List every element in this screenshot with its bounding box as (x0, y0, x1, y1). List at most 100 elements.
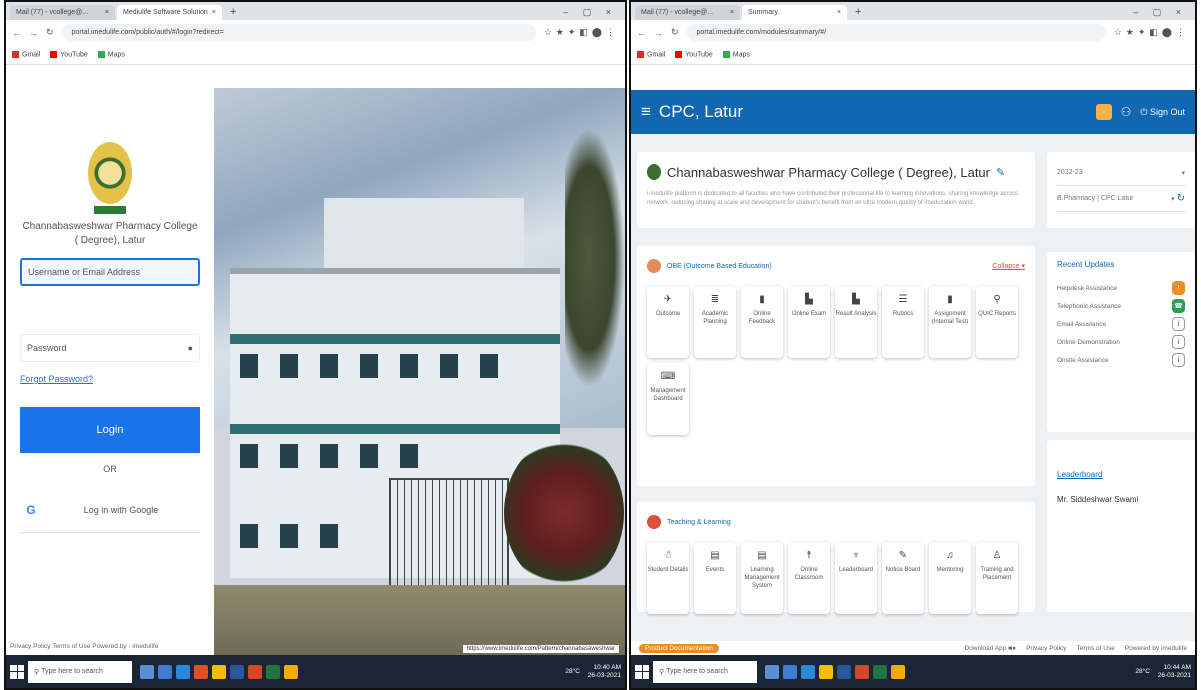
bookmark-maps[interactable]: Maps (97, 50, 125, 58)
word-icon[interactable] (230, 664, 244, 679)
google-login-button[interactable]: G Log in with Google (20, 487, 200, 533)
edge-icon[interactable] (801, 664, 815, 679)
excel-icon[interactable] (873, 664, 887, 679)
update-helpdesk[interactable]: Helpdesk Assistance! (1057, 279, 1185, 297)
college-title: Channabasweshwar Pharmacy College ( Degr… (667, 164, 990, 180)
taskbar-search[interactable]: ⚲ Type here to search (653, 660, 757, 683)
tab-mediulife[interactable]: Mediulife Software Solution × (117, 5, 222, 20)
system-tray[interactable]: 28°C 10:44 AM 26-03-2021 (1135, 664, 1191, 680)
url-field[interactable]: portal.imedulife.com/public/auth/#/login… (61, 24, 536, 41)
program-select[interactable]: B.Pharmacy | CPC Latur ▾ ↻ (1057, 186, 1185, 212)
taskbar-search[interactable]: ⚲ Type here to search (28, 660, 132, 683)
reload-icon[interactable]: ↻ (671, 27, 679, 38)
tile-training-placement[interactable]: ♙ Training and Placement (976, 542, 1018, 614)
product-documentation-button[interactable]: Product Documentation (639, 643, 719, 653)
app-icon[interactable] (891, 664, 905, 679)
privacy-link[interactable]: Privacy Policy (1026, 645, 1066, 652)
app-icon[interactable] (194, 664, 208, 679)
leaderboard-title[interactable]: Leaderboard (1057, 470, 1185, 479)
refresh-icon[interactable]: ↻ (1177, 193, 1185, 204)
tile-quic-reports[interactable]: ⚲ QUIC Reports (976, 286, 1018, 358)
close-icon[interactable]: × (730, 5, 734, 20)
bookmark-gmail[interactable]: Gmail (12, 50, 40, 58)
signout-button[interactable]: ⏻ Sign Out (1140, 107, 1185, 118)
collapse-link[interactable]: Collapse ▾ (992, 262, 1025, 270)
close-icon[interactable]: × (212, 5, 216, 20)
task-view-icon[interactable] (140, 664, 154, 679)
tile-rubrics[interactable]: ☰ Rubrics (882, 286, 924, 358)
file-explorer-icon[interactable] (158, 664, 172, 679)
tab-mail[interactable]: Mail (77) - vcollege@... × (635, 5, 740, 20)
tab-summary[interactable]: Summary × (742, 5, 847, 20)
clock: 10:40 AM 26-03-2021 (587, 663, 621, 679)
update-telephonic[interactable]: Telephonic Assistance ☎ (1057, 297, 1185, 315)
powerpoint-icon[interactable] (248, 664, 262, 679)
bookmark-youtube[interactable]: YouTube (675, 50, 713, 58)
extension-icons[interactable]: ☆★✦◧⬤⋮ (544, 27, 619, 38)
reports-icon: ⚲ (993, 294, 1001, 305)
tile-events[interactable]: ▤ Events (694, 542, 736, 614)
reload-icon[interactable]: ↻ (46, 27, 54, 38)
new-tab-button[interactable]: + (224, 5, 242, 20)
tile-management-dashboard[interactable]: ⌨ Management Dashboard (647, 363, 689, 435)
edge-icon[interactable] (176, 664, 190, 679)
tile-leaderboard[interactable]: ♆ Leaderboard (835, 542, 877, 614)
new-tab-button[interactable]: + (849, 5, 867, 20)
powered-by: Powered by imedulife (1124, 644, 1187, 652)
back-icon[interactable]: ← (637, 28, 646, 38)
tile-online-feedback[interactable]: ▮ Online Feedback (741, 286, 783, 358)
terms-link[interactable]: Terms of Use (1077, 645, 1115, 652)
windows-start-icon[interactable] (635, 664, 649, 679)
close-icon[interactable]: × (105, 5, 109, 20)
window-controls[interactable]: – ▢ × (1133, 5, 1195, 20)
window-controls[interactable]: – ▢ × (563, 5, 625, 20)
bookmark-youtube[interactable]: YouTube (50, 50, 88, 58)
powerpoint-icon[interactable] (855, 664, 869, 679)
excel-icon[interactable] (266, 664, 280, 679)
selector-card: 2022-23 ▾ B.Pharmacy | CPC Latur ▾ ↻ (1047, 152, 1195, 228)
chrome-icon[interactable] (819, 664, 833, 679)
show-password-icon[interactable]: ● (188, 343, 193, 353)
app-icon[interactable] (284, 664, 298, 679)
close-icon[interactable]: × (837, 5, 841, 20)
user-icon[interactable]: ⚇ (1121, 105, 1132, 119)
word-icon[interactable] (837, 664, 851, 679)
forgot-password-link[interactable]: Forgot Password? (20, 374, 200, 384)
extension-icons[interactable]: ☆★✦◧⬤⋮ (1114, 27, 1189, 38)
teaching-learning-section: Teaching & Learning ☃ Student Details ▤ Ev… (637, 502, 1035, 614)
tile-assignment[interactable]: ▮ Assignment (Internal Test) (929, 286, 971, 358)
back-icon[interactable]: ← (12, 28, 21, 38)
edit-icon[interactable]: ✎ (996, 166, 1005, 179)
windows-start-icon[interactable] (10, 664, 24, 679)
tile-outcome[interactable]: ✈ Outcome (647, 286, 689, 358)
tile-notice-board[interactable]: ✎ Notice Board (882, 542, 924, 614)
forward-icon[interactable]: → (29, 28, 38, 38)
update-onsite[interactable]: Onsite Assistance i (1057, 351, 1185, 369)
file-explorer-icon[interactable] (783, 664, 797, 679)
url-field[interactable]: portal.imedulife.com/modules/summary/#/ (686, 24, 1106, 41)
notification-icon[interactable] (1095, 104, 1112, 120)
forward-icon[interactable]: → (654, 28, 663, 38)
tile-online-exam[interactable]: ▙ Online Exam (788, 286, 830, 358)
tile-lms[interactable]: ▤ Learning Management System (741, 542, 783, 614)
tile-online-classroom[interactable]: ☨ Online Classroom (788, 542, 830, 614)
login-button[interactable]: Login (20, 407, 200, 453)
download-app-link[interactable]: Download App ■● (964, 645, 1016, 652)
tile-result-analysis[interactable]: ▙ Result Analysis (835, 286, 877, 358)
tile-mentoring[interactable]: ♫ Mentoring (929, 542, 971, 614)
task-view-icon[interactable] (765, 664, 779, 679)
tab-mail[interactable]: Mail (77) - vcollege@... × (10, 5, 115, 20)
chrome-icon[interactable] (212, 664, 226, 679)
system-tray[interactable]: 28°C 10:40 AM 26-03-2021 (565, 664, 621, 680)
update-email[interactable]: Email Assistance i (1057, 315, 1185, 333)
year-select[interactable]: 2022-23 ▾ (1057, 160, 1185, 186)
tile-academic-planning[interactable]: ≣ Academic Planning (694, 286, 736, 358)
bookmark-gmail[interactable]: Gmail (637, 50, 665, 58)
update-online-demo[interactable]: Online Demonstration i (1057, 333, 1185, 351)
hamburger-menu-icon[interactable]: ≡ (641, 102, 651, 122)
obe-section: OBE (Outcome Based Education) Collapse ▾ … (637, 246, 1035, 486)
username-field[interactable]: Username or Email Address (20, 258, 200, 286)
password-field[interactable]: Password ● (20, 334, 200, 362)
bookmark-maps[interactable]: Maps (722, 50, 750, 58)
tile-student-details[interactable]: ☃ Student Details (647, 542, 689, 614)
